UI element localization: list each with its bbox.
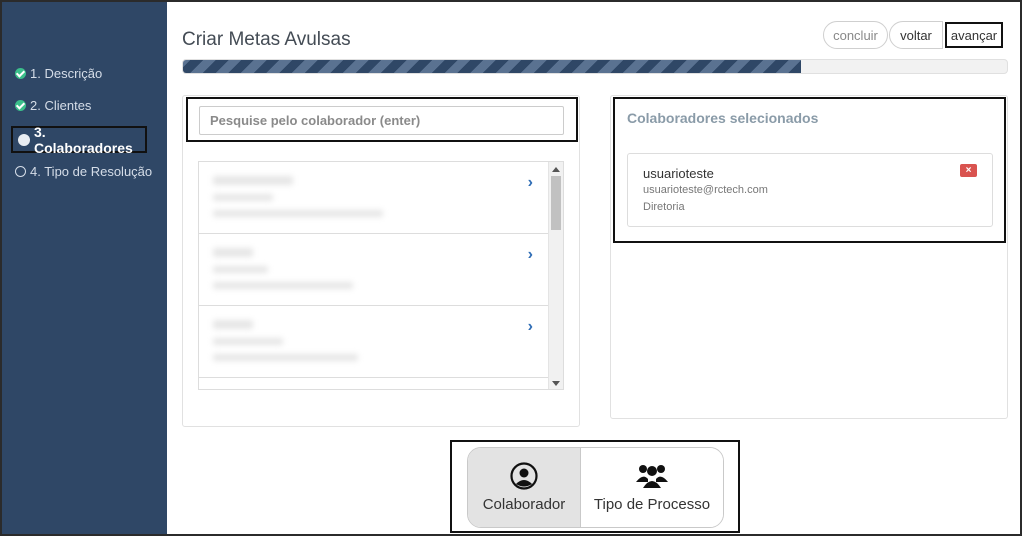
- step-descricao[interactable]: 1. Descrição: [15, 62, 102, 84]
- close-icon: ×: [965, 164, 972, 176]
- check-circle-icon: [15, 99, 26, 111]
- selected-highlight: Colaboradores selecionados usuarioteste …: [613, 97, 1006, 243]
- selected-title: Colaboradores selecionados: [627, 110, 819, 126]
- list-item[interactable]: ›: [199, 306, 549, 378]
- step-clientes[interactable]: 2. Clientes: [15, 94, 91, 116]
- step-label: 2. Clientes: [30, 97, 92, 113]
- chevron-right-icon[interactable]: ›: [528, 246, 533, 264]
- collaborator-search-input[interactable]: [199, 106, 564, 135]
- voltar-button[interactable]: voltar: [889, 21, 943, 49]
- mode-toggle-highlight: Colaborador Tipo de Processo: [450, 440, 740, 533]
- colaborador-mode-button[interactable]: Colaborador: [468, 448, 581, 527]
- scroll-up-icon[interactable]: [552, 167, 560, 172]
- mode-toggle: Colaborador Tipo de Processo: [467, 447, 724, 528]
- tipo-processo-mode-label: Tipo de Processo: [593, 496, 711, 513]
- avancar-button[interactable]: avançar: [945, 22, 1003, 48]
- progress-fill: [183, 60, 801, 73]
- empty-circle-icon: [15, 165, 26, 177]
- collaborator-name: usuarioteste: [643, 166, 714, 181]
- search-highlight: [186, 97, 578, 142]
- wizard-sidebar: 1. Descrição 2. Clientes 3. Colaboradore…: [0, 0, 167, 536]
- step-tipo-resolucao[interactable]: 4. Tipo de Resolução: [15, 160, 152, 182]
- tipo-processo-mode-button[interactable]: Tipo de Processo: [581, 448, 723, 527]
- concluir-button[interactable]: concluir: [823, 21, 888, 49]
- wizard-progress-bar: [182, 59, 1008, 74]
- step-label: 4. Tipo de Resolução: [30, 163, 153, 179]
- step-label: 1. Descrição: [30, 65, 103, 81]
- remove-collaborator-button[interactable]: ×: [960, 164, 977, 177]
- page-title: Criar Metas Avulsas: [182, 29, 351, 50]
- list-scrollbar[interactable]: [548, 162, 563, 389]
- chevron-right-icon[interactable]: ›: [528, 318, 533, 336]
- chevron-right-icon[interactable]: ›: [528, 174, 533, 192]
- users-group-icon: [636, 462, 668, 490]
- collaborator-dept: Diretoria: [643, 201, 685, 213]
- list-item[interactable]: ›: [199, 162, 549, 234]
- check-circle-icon: [15, 67, 26, 79]
- current-step-dot-icon: [18, 133, 30, 146]
- scroll-down-icon[interactable]: [552, 381, 560, 386]
- selected-collaborator-card: usuarioteste usuarioteste@rctech.com Dir…: [627, 153, 993, 227]
- collaborator-results-list: › › ›: [198, 161, 564, 390]
- scroll-thumb[interactable]: [551, 176, 561, 230]
- colaborador-mode-label: Colaborador: [482, 496, 566, 513]
- user-circle-icon: [510, 462, 538, 490]
- collaborator-email: usuarioteste@rctech.com: [643, 184, 768, 196]
- step-colaboradores[interactable]: 3. Colaboradores: [11, 123, 147, 156]
- list-item[interactable]: ›: [199, 234, 549, 306]
- step-label: 3. Colaboradores: [34, 123, 133, 156]
